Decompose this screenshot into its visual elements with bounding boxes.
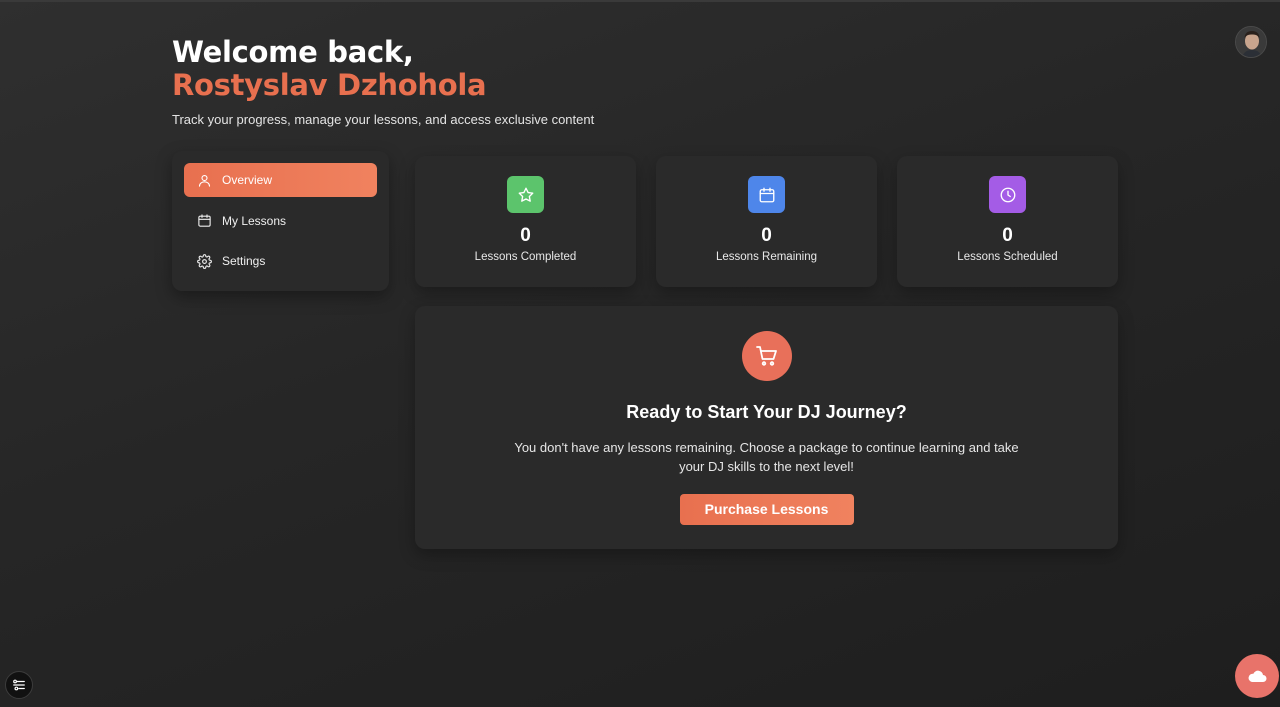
stat-icon-badge xyxy=(989,176,1026,213)
sidebar-item-label: Overview xyxy=(222,173,273,187)
calendar-icon xyxy=(198,214,211,227)
user-name: Rostyslav Dzhohola xyxy=(172,68,487,102)
user-avatar[interactable] xyxy=(1235,26,1267,58)
stat-value: 0 xyxy=(761,225,772,246)
purchase-lessons-button[interactable]: Purchase Lessons xyxy=(679,494,854,525)
cloud-button[interactable] xyxy=(1235,654,1279,698)
sidebar-item-overview[interactable]: Overview xyxy=(184,163,377,197)
welcome-title: Welcome back, xyxy=(172,35,414,69)
cloud-icon xyxy=(1248,670,1267,682)
calendar-icon xyxy=(759,187,774,202)
avatar-image xyxy=(1236,27,1266,57)
stat-icon-badge xyxy=(507,176,544,213)
star-icon xyxy=(518,187,533,202)
stat-label: Lessons Remaining xyxy=(715,251,817,263)
cart-icon-badge xyxy=(741,331,792,381)
stat-label: Lessons Completed xyxy=(474,251,577,263)
sidebar-item-settings[interactable]: Settings xyxy=(184,244,377,278)
welcome-subtitle: Track your progress, manage your lessons… xyxy=(172,112,595,127)
stat-value: 0 xyxy=(1002,225,1013,246)
sidebar-item-label: My Lessons xyxy=(222,213,287,228)
stat-value: 0 xyxy=(520,225,531,246)
gear-icon xyxy=(197,253,212,269)
clock-icon xyxy=(1000,187,1015,202)
sidebar-nav: Overview My Lessons Settings xyxy=(172,151,389,291)
sidebar-item-label: Settings xyxy=(222,254,266,268)
stat-label: Lessons Scheduled xyxy=(957,251,1058,263)
user-icon xyxy=(198,174,211,187)
top-divider xyxy=(0,0,1280,2)
stat-card-completed: 0 Lessons Completed xyxy=(415,156,636,287)
sidebar-item-my-lessons[interactable]: My Lessons xyxy=(184,204,377,238)
stat-card-remaining: 0 Lessons Remaining xyxy=(656,156,877,287)
cta-description: You don't have any lessons remaining. Ch… xyxy=(514,440,1019,474)
purchase-prompt-card: Ready to Start Your DJ Journey? You don'… xyxy=(415,306,1118,549)
cta-title: Ready to Start Your DJ Journey? xyxy=(626,402,907,422)
welcome-header: Welcome back, Rostyslav Dzhohola Track y… xyxy=(172,35,595,128)
accessibility-menu-button[interactable] xyxy=(5,671,33,699)
stat-card-scheduled: 0 Lessons Scheduled xyxy=(897,156,1118,287)
settings-toggle-icon xyxy=(13,679,25,691)
stat-icon-badge xyxy=(748,176,785,213)
cart-icon xyxy=(755,346,777,366)
